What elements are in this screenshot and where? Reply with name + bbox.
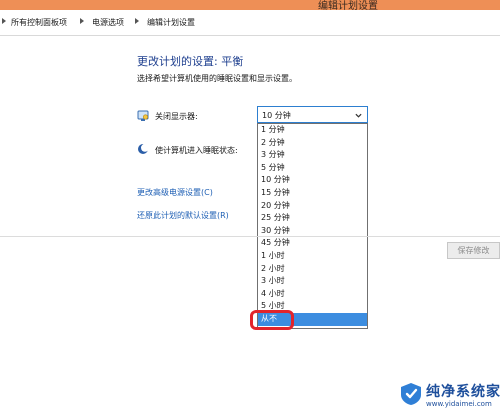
breadcrumb-separator-icon[interactable] [135, 18, 139, 24]
dropdown-option[interactable]: 1 分钟 [258, 124, 367, 137]
dropdown-option[interactable]: 20 分钟 [258, 200, 367, 213]
save-changes-button[interactable]: 保存修改 [447, 242, 500, 259]
watermark: 纯净系统家园 www.yidaimei.com [398, 379, 500, 411]
watermark-url: www.yidaimei.com [426, 400, 492, 408]
breadcrumb-item-control-panel[interactable]: 所有控制面板项 [11, 17, 67, 28]
dropdown-option[interactable]: 1 小时 [258, 250, 367, 263]
breadcrumb-separator-icon[interactable] [80, 18, 84, 24]
display-off-select[interactable]: 10 分钟 [257, 106, 368, 123]
dropdown-option[interactable]: 2 小时 [258, 263, 367, 276]
dropdown-option[interactable]: 3 分钟 [258, 149, 367, 162]
display-off-dropdown-list[interactable]: 1 分钟 2 分钟 3 分钟 5 分钟 10 分钟 15 分钟 20 分钟 25… [257, 123, 368, 329]
chevron-down-icon [355, 113, 362, 118]
display-off-label: 关闭显示器: [155, 112, 198, 121]
moon-icon [138, 143, 149, 154]
watermark-logo-icon [401, 383, 421, 405]
dropdown-option[interactable]: 15 分钟 [258, 187, 367, 200]
dropdown-option[interactable]: 10 分钟 [258, 174, 367, 187]
annotation-highlight-ring [250, 310, 294, 330]
divider [0, 236, 500, 237]
advanced-power-settings-link[interactable]: 更改高级电源设置(C) [137, 187, 213, 198]
dropdown-option[interactable]: 25 分钟 [258, 212, 367, 225]
restore-defaults-link[interactable]: 还原此计划的默认设置(R) [137, 210, 229, 221]
dropdown-option[interactable]: 5 分钟 [258, 162, 367, 175]
monitor-icon [137, 110, 149, 121]
breadcrumb-separator-icon [2, 18, 6, 24]
breadcrumb-item-power-options[interactable]: 电源选项 [92, 17, 124, 28]
watermark-title: 纯净系统家园 [426, 384, 500, 400]
dropdown-option[interactable]: 3 小时 [258, 275, 367, 288]
page-title: 更改计划的设置: 平衡 [137, 55, 244, 68]
breadcrumb-item-edit-plan[interactable]: 编辑计划设置 [147, 17, 195, 28]
dropdown-option[interactable]: 2 分钟 [258, 137, 367, 150]
breadcrumb: 所有控制面板项 电源选项 编辑计划设置 [0, 10, 500, 36]
window-titlebar: 编辑计划设置 [0, 0, 500, 12]
page-subtitle: 选择希望计算机使用的睡眠设置和显示设置。 [137, 74, 297, 83]
display-off-selected-value: 10 分钟 [262, 111, 291, 120]
sleep-label: 使计算机进入睡眠状态: [155, 146, 238, 155]
dropdown-option[interactable]: 45 分钟 [258, 237, 367, 250]
dropdown-option[interactable]: 4 小时 [258, 288, 367, 301]
